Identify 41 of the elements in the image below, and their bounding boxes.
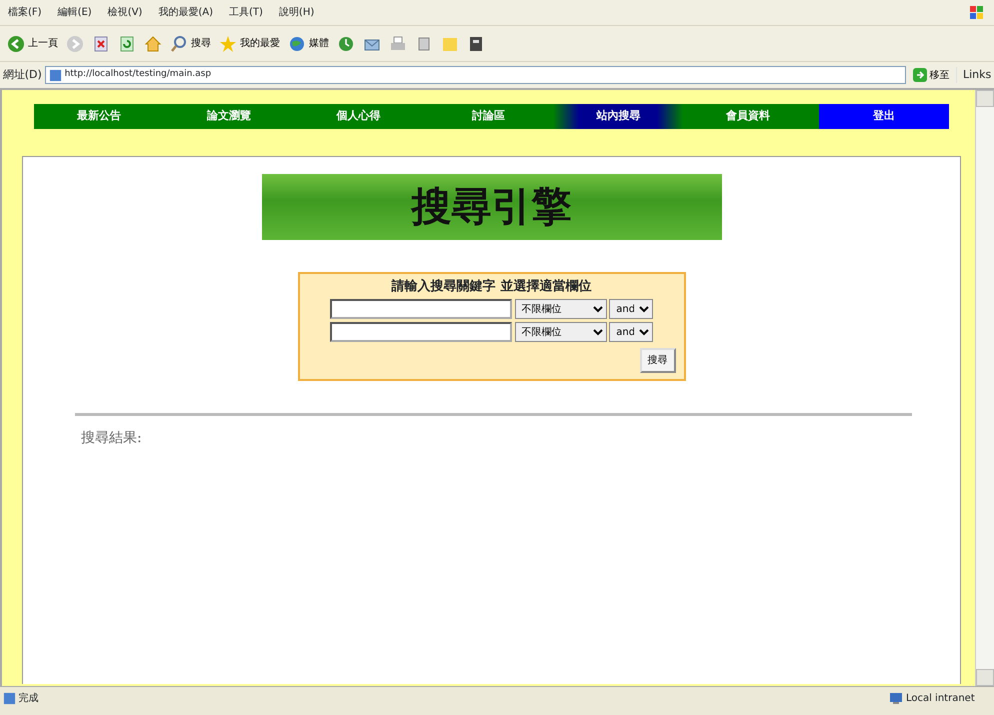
computer-icon (889, 691, 904, 705)
page-banner: 搜尋引擎 (262, 174, 722, 240)
field-select[interactable]: 不限欄位 (514, 322, 606, 342)
stop-icon (92, 34, 110, 52)
operator-select[interactable]: and (609, 322, 654, 342)
arrow-icon (912, 68, 927, 82)
zone-text: Local intranet (906, 692, 975, 706)
clock-icon (336, 34, 355, 52)
status-text: 完成 (18, 692, 38, 706)
toolbar-button[interactable]: 媒體 (284, 30, 333, 56)
star-icon (218, 34, 237, 52)
toolbar-button[interactable]: 上一頁 (2, 30, 62, 56)
address-label: 網址(D) (2, 66, 42, 83)
printer-icon (388, 34, 407, 52)
menu-item[interactable]: 檔案(F) (0, 5, 50, 20)
menu-item[interactable]: 我的最愛(A) (150, 5, 221, 20)
menu-item[interactable]: 編輯(E) (50, 5, 100, 20)
field-select[interactable]: 不限欄位 (514, 299, 606, 320)
menu-item[interactable]: 工具(T) (221, 5, 271, 20)
page-icon (2, 692, 16, 704)
menu-item[interactable]: 檢視(V) (100, 5, 150, 20)
toolbar-button[interactable]: 我的最愛 (214, 30, 284, 56)
go-button[interactable]: 移至 (908, 62, 954, 88)
nav-link[interactable]: 站內搜尋 (553, 104, 684, 129)
menu-item[interactable]: 說明(H) (270, 5, 322, 20)
operator-select[interactable]: and (609, 299, 654, 320)
keyword-field[interactable] (330, 322, 512, 342)
search-icon (170, 34, 188, 52)
page-icon (48, 68, 62, 82)
address-field[interactable]: http://localhost/testing/main.asp (44, 66, 906, 84)
home-icon (144, 34, 162, 52)
keyword-field[interactable] (330, 299, 512, 320)
results-label: 搜尋結果: (81, 428, 143, 448)
refresh-icon (118, 34, 136, 52)
scrollbar[interactable] (975, 90, 994, 686)
toolbar-button[interactable]: 搜尋 (166, 30, 215, 56)
form-title: 請輸入搜尋關鍵字 並選擇適當欄位 (390, 278, 592, 296)
globe-icon (288, 34, 306, 52)
nav-link[interactable]: 登出 (819, 104, 950, 129)
links-label[interactable]: Links (956, 66, 992, 84)
search-button[interactable]: 搜尋 (640, 348, 676, 372)
